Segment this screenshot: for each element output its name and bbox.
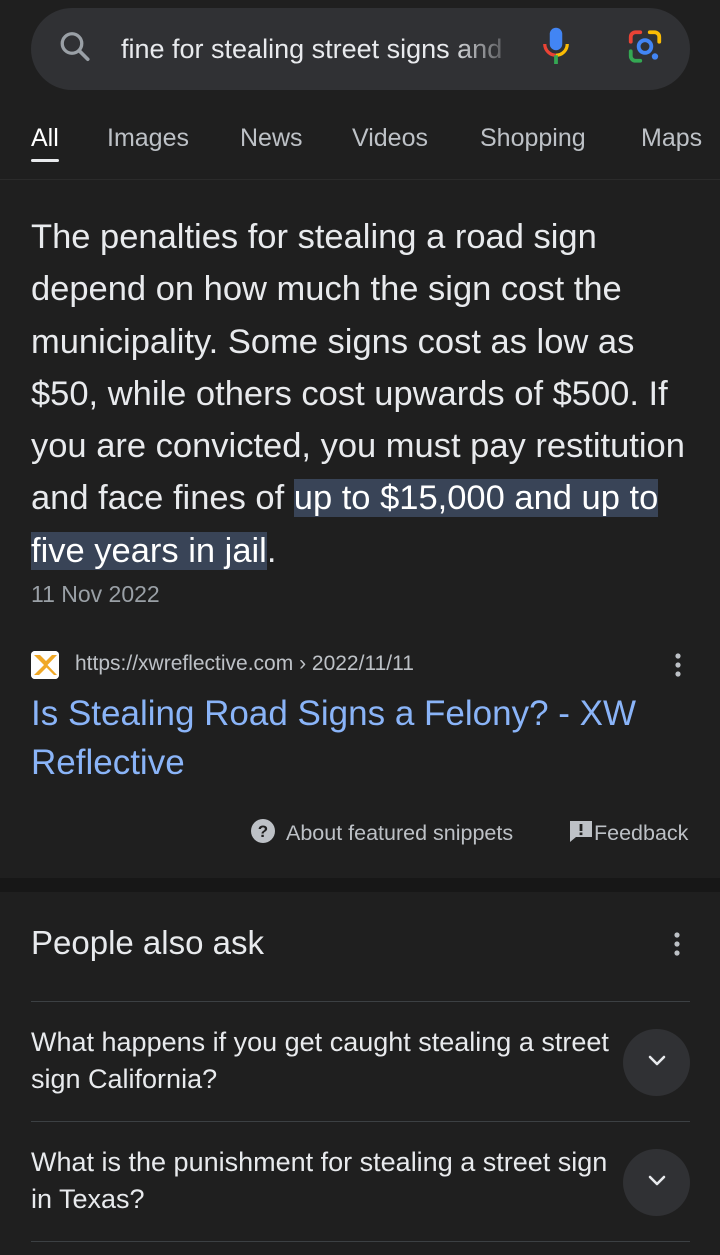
tab-maps[interactable]: Maps — [641, 118, 702, 158]
about-featured-snippets-button[interactable]: ? About featured snippets — [250, 817, 513, 849]
question-text: What is the punishment for stealing a st… — [31, 1147, 608, 1214]
question-text: What happens if you get caught stealing … — [31, 1027, 609, 1094]
snippet-answer: The penalties for stealing a road sign d… — [31, 211, 695, 577]
snippet-answer-end: . — [266, 531, 277, 570]
tab-all[interactable]: All — [31, 118, 59, 162]
more-options-icon[interactable] — [671, 651, 685, 684]
feedback-icon — [568, 818, 594, 849]
about-featured-snippets-label: About featured snippets — [286, 820, 514, 845]
google-lens-icon[interactable] — [626, 28, 664, 71]
search-input[interactable]: fine for stealing street signs and — [121, 29, 521, 69]
chevron-down-icon — [645, 1048, 669, 1077]
source-url[interactable]: https://xwreflective.com › 2022/11/11 — [75, 652, 414, 676]
help-icon: ? — [250, 818, 276, 849]
expand-button[interactable] — [623, 1149, 690, 1216]
tab-videos[interactable]: Videos — [352, 118, 428, 158]
search-bar[interactable]: fine for stealing street signs and — [31, 8, 690, 90]
snippet-date: 11 Nov 2022 — [31, 581, 160, 607]
expand-button[interactable] — [623, 1029, 690, 1096]
result-title-link[interactable]: Is Stealing Road Signs a Felony? - XW Re… — [31, 689, 691, 787]
people-also-ask-title: People also ask — [31, 924, 264, 961]
svg-text:?: ? — [258, 822, 268, 841]
site-favicon — [31, 651, 59, 679]
tab-news[interactable]: News — [240, 118, 303, 158]
divider — [31, 1241, 690, 1242]
tab-shopping[interactable]: Shopping — [480, 118, 586, 158]
featured-snippet: The penalties for stealing a road sign d… — [0, 181, 720, 878]
tab-images[interactable]: Images — [107, 118, 189, 158]
result-source[interactable]: https://xwreflective.com › 2022/11/11 — [31, 649, 691, 681]
search-icon[interactable] — [57, 29, 93, 70]
question-row[interactable]: What happens if you get caught stealing … — [31, 1002, 690, 1121]
search-tabs: All Images News Videos Shopping Maps — [0, 118, 720, 168]
snippet-answer-text: The penalties for stealing a road sign d… — [31, 218, 685, 518]
feedback-button[interactable]: Feedback — [568, 817, 688, 849]
people-also-ask: People also ask What happens if you get … — [0, 892, 720, 1255]
search-header: fine for stealing street signs and All I… — [0, 0, 720, 180]
question-row[interactable]: What is the punishment for stealing a st… — [31, 1122, 690, 1241]
more-options-icon[interactable] — [670, 930, 684, 963]
feedback-label: Feedback — [594, 820, 689, 845]
mic-icon[interactable] — [541, 27, 571, 72]
section-divider — [0, 878, 720, 892]
chevron-down-icon — [645, 1168, 669, 1197]
